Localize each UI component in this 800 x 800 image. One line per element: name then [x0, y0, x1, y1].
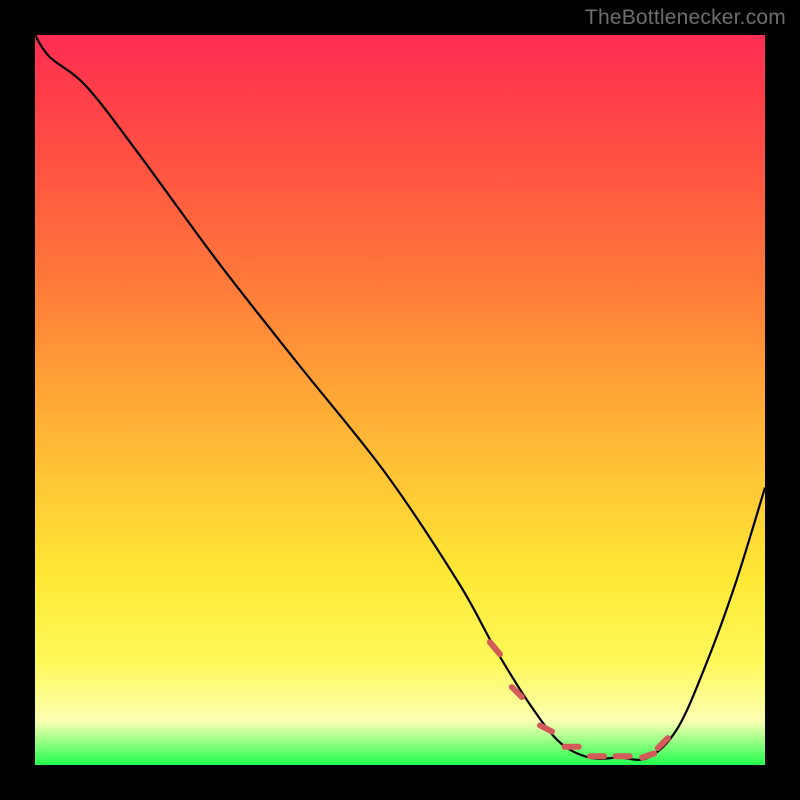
- chart-line-main: [35, 35, 765, 760]
- figure-container: TheBottlenecker.com: [0, 0, 800, 800]
- chart-marker: [642, 754, 654, 758]
- chart-marker: [490, 642, 500, 654]
- chart-marker: [658, 738, 668, 748]
- chart-plot-area: [35, 35, 765, 765]
- chart-svg: [35, 35, 765, 765]
- chart-marker: [540, 726, 552, 732]
- watermark-label: TheBottlenecker.com: [585, 6, 786, 30]
- chart-markers: [490, 642, 668, 757]
